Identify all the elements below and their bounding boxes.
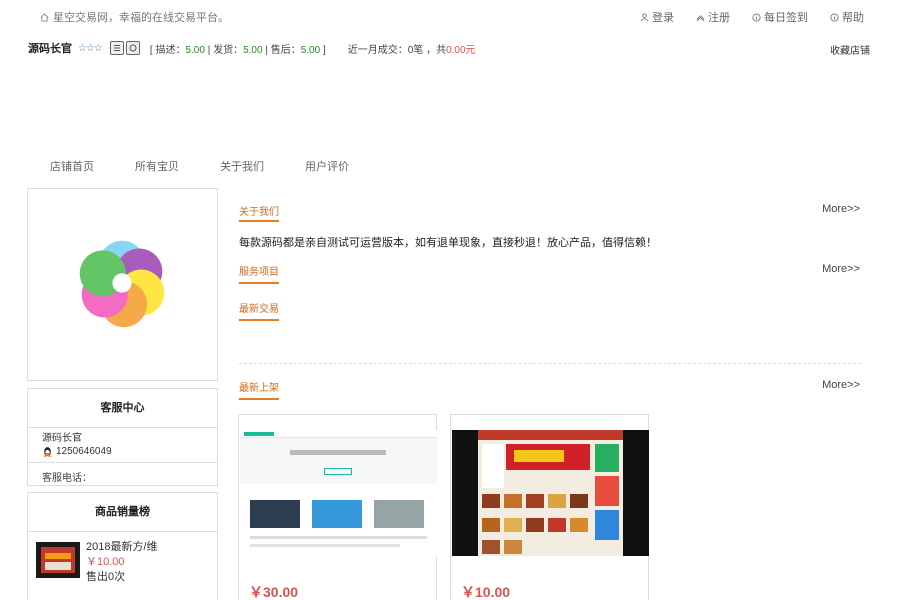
desc-score: 5.00 [185, 44, 205, 56]
info-icon [752, 12, 761, 22]
service-name: 源码长官 [42, 433, 82, 444]
product-price: ￥30.00 [249, 584, 299, 600]
about-more-link[interactable]: More>> [822, 203, 860, 215]
shop-name: 源码长官 [28, 43, 72, 55]
ship-label: | 发货： [204, 44, 244, 56]
rank-item-price: ￥10.00 [86, 556, 125, 568]
ratings-prefix: [ 描述： [149, 44, 186, 56]
nav-item-reviews[interactable]: 用户评价 [305, 158, 390, 174]
product-thumbnail[interactable] [452, 430, 649, 556]
welcome-text-wrap: 星空交易网，幸福的在线交易平台。 [40, 9, 229, 25]
nav-item-home[interactable]: 店铺首页 [50, 158, 135, 174]
register-icon [696, 14, 705, 21]
list-item[interactable]: 2018最新方/维 ￥10.00 售出0次 [28, 532, 217, 592]
qq-contact[interactable]: 1250646049 [42, 445, 203, 458]
user-icon [640, 12, 649, 21]
after-score: 5.00 [300, 44, 321, 56]
latest-trade-title: 最新交易 [239, 304, 279, 315]
new-items-title: 最新上架 [239, 383, 279, 394]
login-link[interactable]: 登录 [640, 9, 674, 25]
rank-item-info: 2018最新方/维 ￥10.00 售出0次 [86, 540, 158, 585]
product-card[interactable]: ￥30.00 [238, 414, 437, 600]
top-links: 登录 注册 每日签到 帮助 [640, 9, 864, 25]
product-price: ￥10.00 [461, 584, 511, 600]
services-underline [239, 282, 279, 284]
rank-item-sold: 售出0次 [86, 571, 126, 583]
rank-item-thumbnail[interactable] [36, 542, 80, 578]
month-amount: 0.00元 [446, 44, 476, 56]
product-card[interactable]: ￥10.00 [450, 414, 649, 600]
login-label: 登录 [652, 12, 674, 24]
rank-title: 商品销量榜 [28, 493, 217, 532]
help-label: 帮助 [842, 12, 864, 24]
new-items-more-link[interactable]: More>> [822, 379, 860, 391]
nav-item-about[interactable]: 关于我们 [220, 158, 305, 174]
shop-info-row: 源码长官 ☆☆☆ [ 描述：5.00 | 发货：5.00 | 售后：5.00 ]… [28, 38, 870, 58]
checkin-label: 每日签到 [764, 12, 808, 24]
certified-badge-icon [109, 41, 124, 55]
register-label: 注册 [708, 12, 730, 24]
latest-trade-underline [239, 319, 279, 321]
about-underline [239, 220, 279, 222]
top-bar: 星空交易网，幸福的在线交易平台。 登录 注册 每日签到 帮助 [0, 0, 900, 32]
welcome-text: 星空交易网，幸福的在线交易平台。 [53, 12, 229, 24]
qq-penguin-icon [43, 447, 52, 457]
ratings-suffix: ] [320, 44, 326, 56]
about-text: 每款源码都是亲自测试可运营版本，如有退单现象，直接秒退！放心产品，值得信赖！ [239, 237, 657, 249]
new-items-underline [239, 398, 279, 400]
shop-logo-box [27, 188, 218, 381]
favorite-shop-link[interactable]: 收藏店铺 [830, 42, 870, 57]
checkin-link[interactable]: 每日签到 [752, 9, 808, 25]
service-phone: 客服电话： [28, 462, 217, 490]
help-icon [830, 12, 839, 22]
rank-item-name[interactable]: 2018最新方/维 [86, 540, 158, 555]
help-link[interactable]: 帮助 [830, 9, 864, 25]
home-icon [40, 12, 49, 22]
qq-number: 1250646049 [56, 446, 112, 457]
register-link[interactable]: 注册 [696, 9, 730, 25]
service-contact: 源码长官 1250646049 [28, 428, 217, 458]
about-section-title: 关于我们 [239, 207, 279, 218]
product-thumbnail[interactable] [240, 430, 437, 556]
shop-nav: 店铺首页 所有宝贝 关于我们 用户评价 [50, 158, 390, 174]
month-label: 近一月成交：0笔 ，共 [347, 44, 447, 56]
service-title: 客服中心 [28, 389, 217, 428]
star-rating: ☆☆☆ [78, 42, 103, 54]
section-divider [239, 363, 861, 364]
services-section-title: 服务项目 [239, 267, 279, 278]
services-more-link[interactable]: More>> [822, 263, 860, 275]
monthly-sales: 近一月成交：0笔 ，共0.00元 [348, 41, 476, 56]
ship-score: 5.00 [243, 44, 263, 56]
nav-item-all-items[interactable]: 所有宝贝 [135, 158, 220, 174]
sales-rank-box: 商品销量榜 2018最新方/维 ￥10.00 售出0次 [27, 492, 218, 600]
after-label: | 售后： [262, 44, 301, 56]
deposit-badge-icon [125, 41, 140, 55]
customer-service-box: 客服中心 源码长官 1250646049 客服电话： [27, 388, 218, 486]
shop-ratings: [ 描述：5.00 | 发货：5.00 | 售后：5.00 ] [150, 41, 326, 56]
shop-logo [79, 240, 165, 328]
